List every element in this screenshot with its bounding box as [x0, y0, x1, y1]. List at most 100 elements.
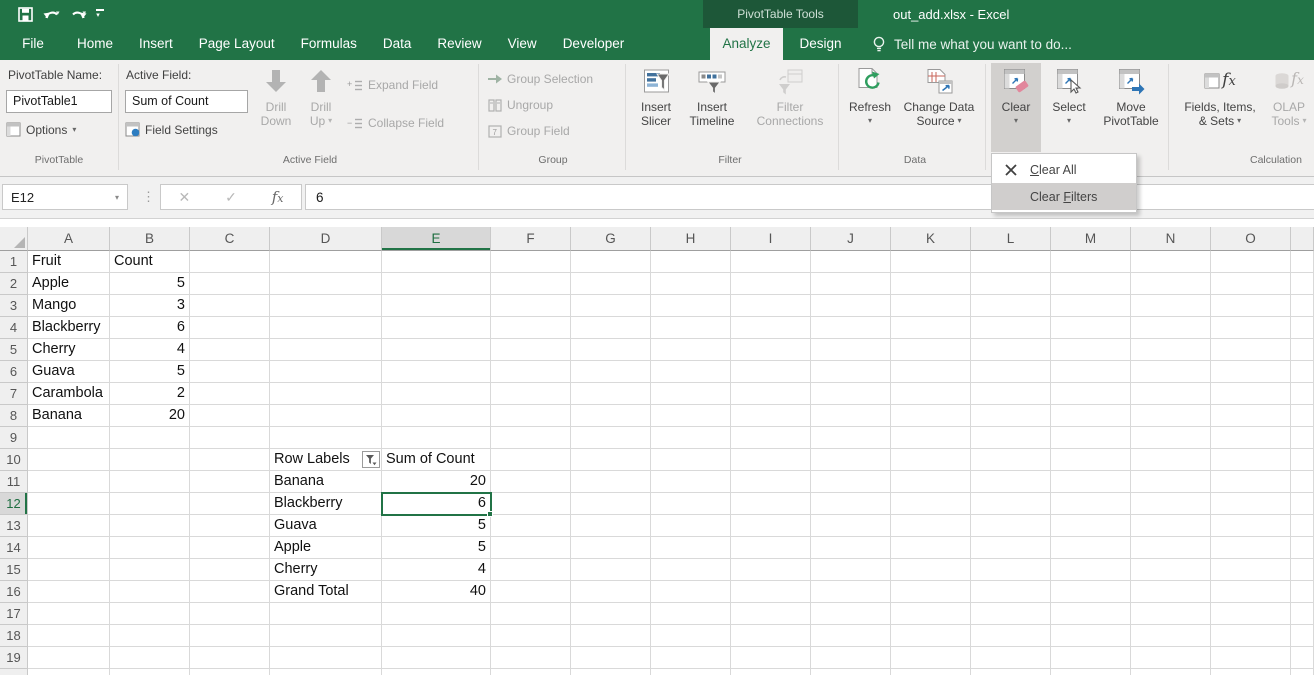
- cell-C2[interactable]: [190, 273, 270, 295]
- row-labels-filter-button[interactable]: [362, 451, 380, 468]
- cell-A7[interactable]: Carambola: [28, 383, 110, 405]
- cell-O19[interactable]: [1211, 647, 1291, 669]
- cell-E10[interactable]: Sum of Count: [382, 449, 491, 471]
- cell-A20[interactable]: [28, 669, 110, 675]
- cell-I18[interactable]: [731, 625, 811, 647]
- cell-O20[interactable]: [1211, 669, 1291, 675]
- cell-O10[interactable]: [1211, 449, 1291, 471]
- cell-F18[interactable]: [491, 625, 571, 647]
- row-header-11[interactable]: 11: [0, 471, 28, 493]
- cell-B13[interactable]: [110, 515, 190, 537]
- cell-C16[interactable]: [190, 581, 270, 603]
- cell-K8[interactable]: [891, 405, 971, 427]
- cell-C11[interactable]: [190, 471, 270, 493]
- fields-items-sets-button[interactable]: fx Fields, Items, & Sets ▾: [1176, 63, 1264, 152]
- cell-H1[interactable]: [651, 251, 731, 273]
- customize-quick-access-toolbar-icon[interactable]: ▾: [96, 9, 104, 20]
- cell-D2[interactable]: [270, 273, 382, 295]
- cell-E18[interactable]: [382, 625, 491, 647]
- cell-F12[interactable]: [491, 493, 571, 515]
- cell-H20[interactable]: [651, 669, 731, 675]
- cell-B6[interactable]: 5: [110, 361, 190, 383]
- cell-A16[interactable]: [28, 581, 110, 603]
- cell-F7[interactable]: [491, 383, 571, 405]
- tab-developer[interactable]: Developer: [550, 28, 638, 60]
- cell-C10[interactable]: [190, 449, 270, 471]
- cell-O17[interactable]: [1211, 603, 1291, 625]
- cancel-icon[interactable]: ✕: [178, 189, 190, 206]
- cell-N20[interactable]: [1131, 669, 1211, 675]
- row-header-2[interactable]: 2: [0, 273, 28, 295]
- cell-A3[interactable]: Mango: [28, 295, 110, 317]
- cell-O18[interactable]: [1211, 625, 1291, 647]
- cell-G9[interactable]: [571, 427, 651, 449]
- drill-down-button[interactable]: Drill Down: [253, 63, 299, 152]
- cell-D12[interactable]: Blackberry: [270, 493, 382, 515]
- cell-M6[interactable]: [1051, 361, 1131, 383]
- cell-O9[interactable]: [1211, 427, 1291, 449]
- undo-button[interactable]: ▾: [43, 7, 60, 21]
- cell-I6[interactable]: [731, 361, 811, 383]
- cell-G11[interactable]: [571, 471, 651, 493]
- cell-M19[interactable]: [1051, 647, 1131, 669]
- cell-N17[interactable]: [1131, 603, 1211, 625]
- cell-B16[interactable]: [110, 581, 190, 603]
- cell-G20[interactable]: [571, 669, 651, 675]
- cell-I1[interactable]: [731, 251, 811, 273]
- cell-E1[interactable]: [382, 251, 491, 273]
- row-header-9[interactable]: 9: [0, 427, 28, 449]
- cell-P19[interactable]: [1291, 647, 1314, 669]
- cell-J17[interactable]: [811, 603, 891, 625]
- column-header-E[interactable]: E: [382, 227, 491, 251]
- column-header-M[interactable]: M: [1051, 227, 1131, 251]
- expand-field-button[interactable]: + Expand Field: [347, 78, 438, 92]
- cell-D7[interactable]: [270, 383, 382, 405]
- cell-H17[interactable]: [651, 603, 731, 625]
- cell-N8[interactable]: [1131, 405, 1211, 427]
- cell-H10[interactable]: [651, 449, 731, 471]
- cell-A12[interactable]: [28, 493, 110, 515]
- cell-K6[interactable]: [891, 361, 971, 383]
- cell-E4[interactable]: [382, 317, 491, 339]
- cell-N3[interactable]: [1131, 295, 1211, 317]
- cell-L20[interactable]: [971, 669, 1051, 675]
- cell-G6[interactable]: [571, 361, 651, 383]
- cell-I14[interactable]: [731, 537, 811, 559]
- fill-handle[interactable]: [487, 511, 493, 517]
- cell-F1[interactable]: [491, 251, 571, 273]
- cell-B14[interactable]: [110, 537, 190, 559]
- cell-N10[interactable]: [1131, 449, 1211, 471]
- cell-H14[interactable]: [651, 537, 731, 559]
- cell-E3[interactable]: [382, 295, 491, 317]
- cell-N5[interactable]: [1131, 339, 1211, 361]
- ungroup-button[interactable]: Ungroup: [488, 98, 553, 112]
- row-header-7[interactable]: 7: [0, 383, 28, 405]
- cell-J18[interactable]: [811, 625, 891, 647]
- cell-A10[interactable]: [28, 449, 110, 471]
- cell-L9[interactable]: [971, 427, 1051, 449]
- cell-B8[interactable]: 20: [110, 405, 190, 427]
- cell-E19[interactable]: [382, 647, 491, 669]
- cell-K14[interactable]: [891, 537, 971, 559]
- cell-C1[interactable]: [190, 251, 270, 273]
- cell-N2[interactable]: [1131, 273, 1211, 295]
- cell-D4[interactable]: [270, 317, 382, 339]
- cell-J3[interactable]: [811, 295, 891, 317]
- cell-K20[interactable]: [891, 669, 971, 675]
- cell-C14[interactable]: [190, 537, 270, 559]
- cell-L16[interactable]: [971, 581, 1051, 603]
- redo-button[interactable]: ▾: [70, 7, 87, 21]
- name-box-caret-icon[interactable]: ▾: [115, 193, 119, 202]
- cell-H6[interactable]: [651, 361, 731, 383]
- cell-J8[interactable]: [811, 405, 891, 427]
- cell-M13[interactable]: [1051, 515, 1131, 537]
- cell-H9[interactable]: [651, 427, 731, 449]
- cell-D15[interactable]: Cherry: [270, 559, 382, 581]
- undo-dropdown-caret-icon[interactable]: ▾: [56, 10, 60, 18]
- clear-button[interactable]: Clear ▾: [991, 63, 1041, 152]
- cell-O4[interactable]: [1211, 317, 1291, 339]
- cell-C19[interactable]: [190, 647, 270, 669]
- cell-B10[interactable]: [110, 449, 190, 471]
- cell-D18[interactable]: [270, 625, 382, 647]
- cell-K11[interactable]: [891, 471, 971, 493]
